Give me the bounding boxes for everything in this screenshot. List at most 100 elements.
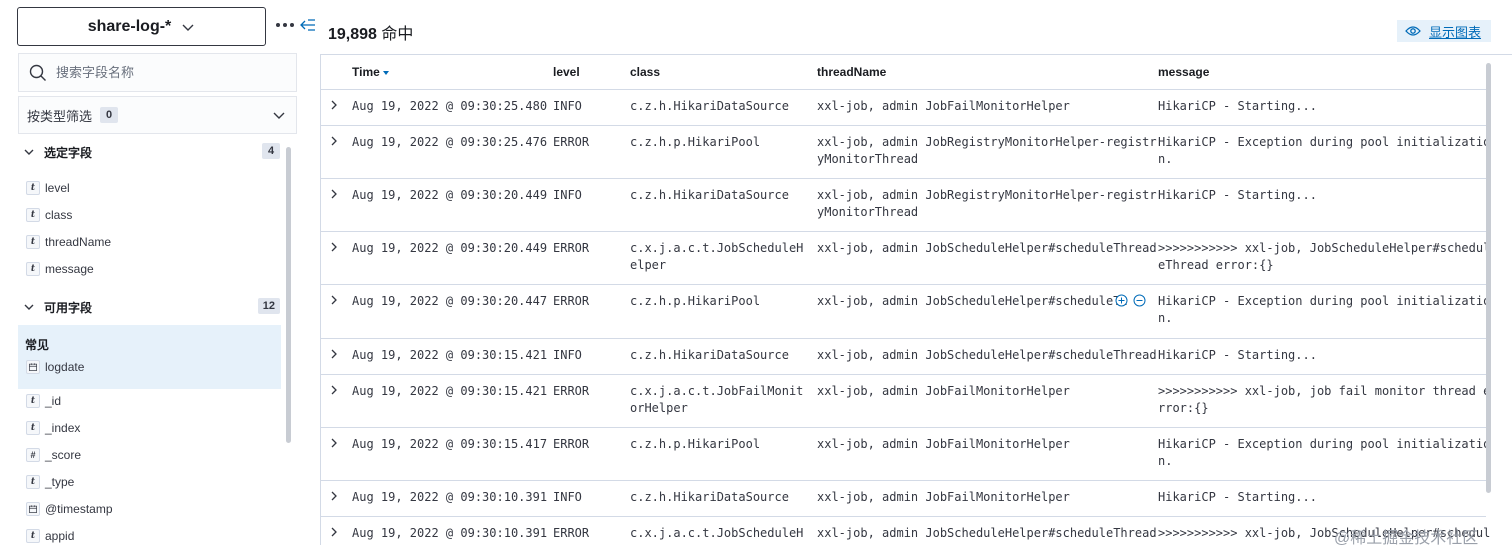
selected-fields-count: 4	[262, 143, 280, 159]
cell-level: ERROR	[553, 526, 590, 540]
chevron-down-icon	[182, 24, 194, 31]
available-fields-header[interactable]: 可用字段 12	[18, 297, 280, 317]
field-name: appid	[45, 529, 75, 543]
field-item[interactable]: logdate	[26, 358, 84, 376]
chevron-right-icon[interactable]	[329, 136, 339, 146]
field-item[interactable]: t class	[26, 206, 72, 224]
field-name: _type	[45, 475, 75, 489]
string-type-icon: t	[26, 208, 40, 222]
show-chart-button[interactable]: 显示图表	[1397, 20, 1491, 42]
field-name: logdate	[45, 360, 85, 374]
cell-threadname: xxl-job, admin JobRegistryMonitorHelper-…	[817, 188, 1157, 219]
table-header: Time level class threadName message	[321, 55, 1486, 89]
field-sidebar: share-log-* 按类型筛选 0 选定字段 4 t level t cla…	[0, 0, 318, 545]
table-row[interactable]: Aug 19, 2022 @ 09:30:15.421 INFO c.z.h.Hik…	[321, 338, 1486, 374]
table-row[interactable]: Aug 19, 2022 @ 09:30:15.421 ERROR c.x.j.a.…	[321, 374, 1490, 427]
cell-time: Aug 19, 2022 @ 09:30:10.391	[352, 526, 548, 540]
field-item[interactable]: t message	[26, 260, 94, 278]
column-header-threadname[interactable]: threadName	[817, 65, 886, 79]
cell-message: >>>>>>>>>>> xxl-job, job fail monitor th…	[1158, 384, 1490, 415]
field-item[interactable]: t threadName	[26, 233, 111, 251]
cell-threadname: xxl-job, admin JobScheduleHelper#schedul…	[817, 294, 1128, 308]
table-row[interactable]: Aug 19, 2022 @ 09:30:20.449 INFO c.z.h.Hik…	[321, 178, 1486, 231]
cell-time: Aug 19, 2022 @ 09:30:20.449	[352, 188, 548, 202]
chevron-right-icon[interactable]	[329, 385, 339, 395]
chevron-right-icon[interactable]	[329, 527, 339, 537]
cell-class: c.z.h.p.HikariPool	[630, 294, 761, 308]
field-item[interactable]: t appid	[26, 527, 74, 545]
cell-level: ERROR	[553, 384, 590, 398]
collapse-sidebar-icon[interactable]	[299, 16, 317, 34]
column-header-time[interactable]: Time	[352, 65, 389, 79]
column-header-class[interactable]: class	[630, 65, 660, 79]
watermark: @稀土掘金技术社区	[1334, 530, 1479, 545]
string-type-icon: t	[26, 262, 40, 276]
filter-out-value-icon[interactable]	[1133, 294, 1146, 307]
column-header-message[interactable]: message	[1158, 65, 1209, 79]
filter-by-type-button[interactable]: 按类型筛选 0	[18, 96, 297, 134]
field-name: level	[45, 181, 70, 195]
field-name: class	[45, 208, 73, 222]
selected-fields-header[interactable]: 选定字段 4	[18, 142, 280, 162]
cell-class: c.x.j.a.c.t.JobScheduleH elper	[630, 241, 804, 272]
sort-desc-icon	[382, 70, 389, 75]
sidebar-scrollbar[interactable]	[286, 147, 291, 443]
cell-class: c.x.j.a.c.t.JobFailMonit orHelper	[630, 384, 804, 415]
chevron-right-icon[interactable]	[329, 189, 339, 199]
calendar-icon	[26, 360, 40, 374]
chevron-right-icon[interactable]	[329, 100, 339, 110]
chevron-right-icon[interactable]	[329, 242, 339, 252]
string-type-icon: t	[26, 181, 40, 195]
cell-message: HikariCP - Exception during pool initial…	[1158, 294, 1491, 325]
filter-count-badge: 0	[100, 107, 119, 123]
column-header-level[interactable]: level	[553, 65, 580, 79]
field-item[interactable]: t _id	[26, 392, 61, 410]
field-name: message	[45, 262, 94, 276]
documents-table: Time level class threadName message Aug …	[320, 54, 1512, 545]
field-search-box[interactable]	[18, 53, 297, 92]
chevron-right-icon[interactable]	[329, 349, 339, 359]
cell-message: >>>>>>>>>>> xxl-job, JobScheduleHelper#s…	[1158, 241, 1491, 272]
table-row[interactable]: Aug 19, 2022 @ 09:30:10.391 INFO c.z.h.Hik…	[321, 480, 1486, 516]
table-row[interactable]: Aug 19, 2022 @ 09:30:20.449 ERROR c.x.j.a.…	[321, 231, 1490, 284]
field-item[interactable]: t level	[26, 179, 70, 197]
cell-class: c.z.h.HikariDataSource	[630, 490, 789, 504]
filter-for-value-icon[interactable]	[1115, 294, 1128, 307]
cell-message: HikariCP - Starting...	[1158, 348, 1317, 362]
selected-fields-label: 选定字段	[44, 145, 93, 160]
cell-level: INFO	[553, 188, 582, 202]
field-name: _id	[45, 394, 62, 408]
field-item[interactable]: t _index	[26, 419, 80, 437]
number-type-icon: #	[26, 448, 40, 462]
cell-time: Aug 19, 2022 @ 09:30:20.447	[352, 294, 548, 308]
index-pattern-picker[interactable]: share-log-*	[17, 7, 266, 46]
cell-level: ERROR	[553, 241, 590, 255]
field-item[interactable]: # _score	[26, 446, 81, 464]
table-row[interactable]: Aug 19, 2022 @ 09:30:15.417 ERROR c.z.h.p.…	[321, 427, 1490, 480]
chevron-down-icon	[24, 149, 34, 155]
table-row[interactable]: Aug 19, 2022 @ 09:30:10.391 ERROR c.x.j.a.…	[321, 516, 1490, 545]
cell-class: c.z.h.p.HikariPool	[630, 437, 761, 451]
cell-class: c.x.j.a.c.t.JobScheduleH	[630, 526, 804, 540]
more-options-icon[interactable]	[276, 18, 294, 32]
string-type-icon: t	[26, 529, 40, 543]
field-search-input[interactable]	[56, 65, 276, 80]
cell-message: HikariCP - Exception during pool initial…	[1158, 437, 1491, 468]
table-row[interactable]: Aug 19, 2022 @ 09:30:25.480 INFO c.z.h.Hik…	[321, 89, 1486, 125]
table-row[interactable]: Aug 19, 2022 @ 09:30:25.476 ERROR c.z.h.p.…	[321, 125, 1490, 178]
chevron-right-icon[interactable]	[329, 438, 339, 448]
cell-class: c.z.h.p.HikariPool	[630, 135, 761, 149]
table-row[interactable]: Aug 19, 2022 @ 09:30:20.447 ERROR c.z.h.p.…	[321, 284, 1490, 338]
chevron-right-icon[interactable]	[329, 295, 339, 305]
table-scrollbar[interactable]	[1486, 63, 1491, 493]
chevron-down-icon	[24, 304, 34, 310]
hits-label: 命中	[381, 26, 414, 43]
eye-icon	[1405, 26, 1421, 36]
field-item[interactable]: @timestamp	[26, 500, 113, 518]
cell-threadname: xxl-job, admin JobFailMonitorHelper	[817, 490, 1070, 504]
chevron-right-icon[interactable]	[329, 491, 339, 501]
index-pattern-label: share-log-*	[87, 17, 172, 35]
discover-main: 19,898 命中 显示图表 Time level class threadNa…	[320, 0, 1512, 545]
search-icon	[29, 64, 46, 81]
field-item[interactable]: t _type	[26, 473, 74, 491]
